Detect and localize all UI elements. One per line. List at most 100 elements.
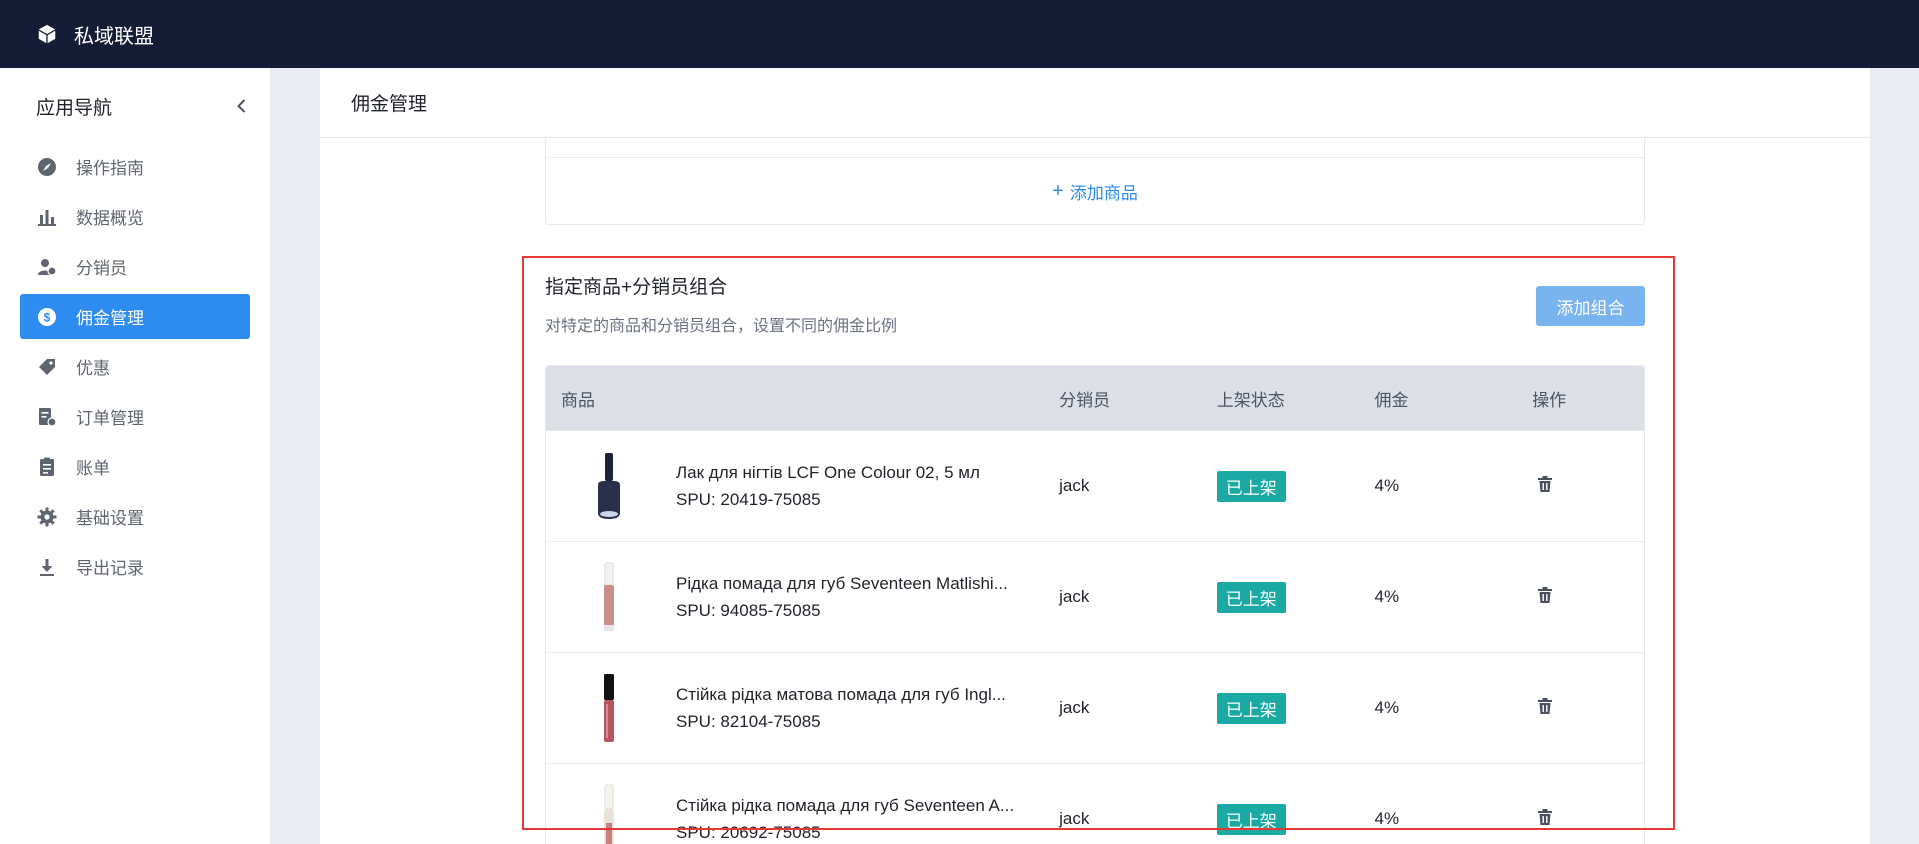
nav-title: 应用导航 [36,97,113,119]
commission-cell: 4% [1374,698,1400,717]
svg-text:$: $ [44,310,51,324]
download-icon [36,556,58,578]
column-header-status: 上架状态 [1216,390,1285,410]
collapse-chevron-icon[interactable] [232,96,252,116]
table-header: 商品 分销员 上架状态 佣金 操作 [546,366,1644,430]
top-bar: 私域联盟 [0,0,1919,68]
status-cell: 已上架 [1216,692,1375,724]
main-panel: 佣金管理 + 添加商品 指定商品+分销员组合 对特定的商品和分销员组合，设置不同… [320,68,1870,844]
sidebar-item-commission[interactable]: $ 佣金管理 [20,294,250,339]
product-spu: SPU: 20419-75085 [676,490,821,509]
sidebar-item-label: 佣金管理 [76,309,144,328]
operation-cell [1532,475,1644,498]
sidebar-item-basic-settings[interactable]: 基础设置 [20,494,250,539]
column-header-operation: 操作 [1532,390,1567,410]
operation-cell [1532,808,1644,831]
table-row: Стійка рідка матова помада для губ Ingl.… [546,652,1644,763]
sidebar-item-label: 基础设置 [76,509,144,528]
product-info: Лак для нігтів LCF One Colour 02, 5 мл S… [676,459,980,513]
table-row: Стійка рідка помада для губ Seventeen A.… [546,763,1644,844]
product-info: Рідка помада для губ Seventeen Matlishi.… [676,570,1008,624]
add-product-button[interactable]: + 添加商品 [546,158,1644,225]
sidebar-item-data-overview[interactable]: 数据概览 [20,194,250,239]
trash-icon[interactable] [1536,475,1554,493]
distributor-icon [36,256,58,278]
combo-table: 商品 分销员 上架状态 佣金 操作 Лак для нігтів LCF One… [545,365,1645,844]
product-cell: Стійка рідка помада для губ Seventeen A.… [546,779,1059,844]
product-thumbnail [582,779,636,844]
trash-icon[interactable] [1536,697,1554,715]
dollar-circle-icon: $ [36,306,58,328]
content-area: + 添加商品 指定商品+分销员组合 对特定的商品和分销员组合，设置不同的佣金比例… [320,138,1870,844]
combo-section: 指定商品+分销员组合 对特定的商品和分销员组合，设置不同的佣金比例 添加组合 商… [545,263,1645,844]
product-spu: SPU: 20692-75085 [676,823,821,842]
sidebar-item-label: 操作指南 [76,159,144,178]
sidebar-item-label: 数据概览 [76,209,144,228]
nav-list: 操作指南 数据概览 分销员 $ 佣金管理 优惠 订单管理 账单 基础设置 导出记… [0,144,270,589]
sidebar-item-distributors[interactable]: 分销员 [20,244,250,289]
operation-cell [1532,697,1644,720]
sidebar-item-label: 订单管理 [76,409,144,428]
sidebar-item-export-records[interactable]: 导出记录 [20,544,250,589]
status-badge: 已上架 [1216,470,1286,502]
add-combo-button[interactable]: 添加组合 [1536,286,1645,326]
sidebar: 应用导航 操作指南 数据概览 分销员 $ 佣金管理 优惠 订单管理 账单 基础设… [0,68,270,844]
product-spu: SPU: 82104-75085 [676,712,821,731]
product-thumbnail [582,446,636,526]
clipboard-icon [36,456,58,478]
product-thumbnail [582,557,636,637]
product-name[interactable]: Стійка рідка матова помада для губ Ingl.… [676,681,1006,708]
product-name[interactable]: Лак для нігтів LCF One Colour 02, 5 мл [676,459,980,486]
cube-logo-icon [38,24,56,44]
sidebar-item-discounts[interactable]: 优惠 [20,344,250,389]
sidebar-item-label: 优惠 [76,359,110,378]
status-cell: 已上架 [1216,803,1375,835]
product-cell: Рідка помада для губ Seventeen Matlishi.… [546,557,1059,637]
product-cell: Лак для нігтів LCF One Colour 02, 5 мл S… [546,446,1059,526]
status-badge: 已上架 [1216,692,1286,724]
operation-cell [1532,586,1644,609]
gear-icon [36,506,58,528]
add-product-label: 添加商品 [1069,184,1138,203]
nav-header: 应用导航 [0,68,270,144]
sidebar-item-label: 导出记录 [76,559,144,578]
status-cell: 已上架 [1216,470,1375,502]
tag-icon [36,356,58,378]
status-badge: 已上架 [1216,581,1286,613]
table-row: Рідка помада для губ Seventeen Matlishi.… [546,541,1644,652]
column-header-product: 商品 [561,390,595,410]
sidebar-item-label: 账单 [76,459,110,478]
trash-icon[interactable] [1536,808,1554,826]
compass-icon [36,156,58,178]
app-title: 私域联盟 [74,25,154,48]
trash-icon[interactable] [1536,586,1554,604]
product-info: Стійка рідка матова помада для губ Ingl.… [676,681,1006,735]
product-name[interactable]: Стійка рідка помада для губ Seventeen A.… [676,792,1014,819]
column-header-distributor: 分销员 [1059,390,1111,410]
commission-cell: 4% [1374,476,1400,495]
sidebar-item-guide[interactable]: 操作指南 [20,144,250,189]
column-header-commission: 佣金 [1374,390,1409,410]
order-icon [36,406,58,428]
combo-description: 对特定的商品和分销员组合，设置不同的佣金比例 [545,318,898,335]
distributor-cell: jack [1059,587,1090,606]
bar-chart-icon [36,206,58,228]
sidebar-item-label: 分销员 [76,259,127,278]
status-badge: 已上架 [1216,803,1286,835]
table-row: Лак для нігтів LCF One Colour 02, 5 мл S… [546,430,1644,541]
product-list-card: + 添加商品 [545,138,1645,225]
sidebar-item-orders[interactable]: 订单管理 [20,394,250,439]
commission-cell: 4% [1374,809,1400,828]
page-title: 佣金管理 [320,68,1870,138]
product-spu: SPU: 94085-75085 [676,601,821,620]
distributor-cell: jack [1059,476,1090,495]
product-thumbnail [582,668,636,748]
product-cell: Стійка рідка матова помада для губ Ingl.… [546,668,1059,748]
product-info: Стійка рідка помада для губ Seventeen A.… [676,792,1014,844]
distributor-cell: jack [1059,698,1090,717]
product-name[interactable]: Рідка помада для губ Seventeen Matlishi.… [676,570,1008,597]
distributor-cell: jack [1059,809,1090,828]
plus-icon: + [1052,180,1064,202]
status-cell: 已上架 [1216,581,1375,613]
sidebar-item-bills[interactable]: 账单 [20,444,250,489]
